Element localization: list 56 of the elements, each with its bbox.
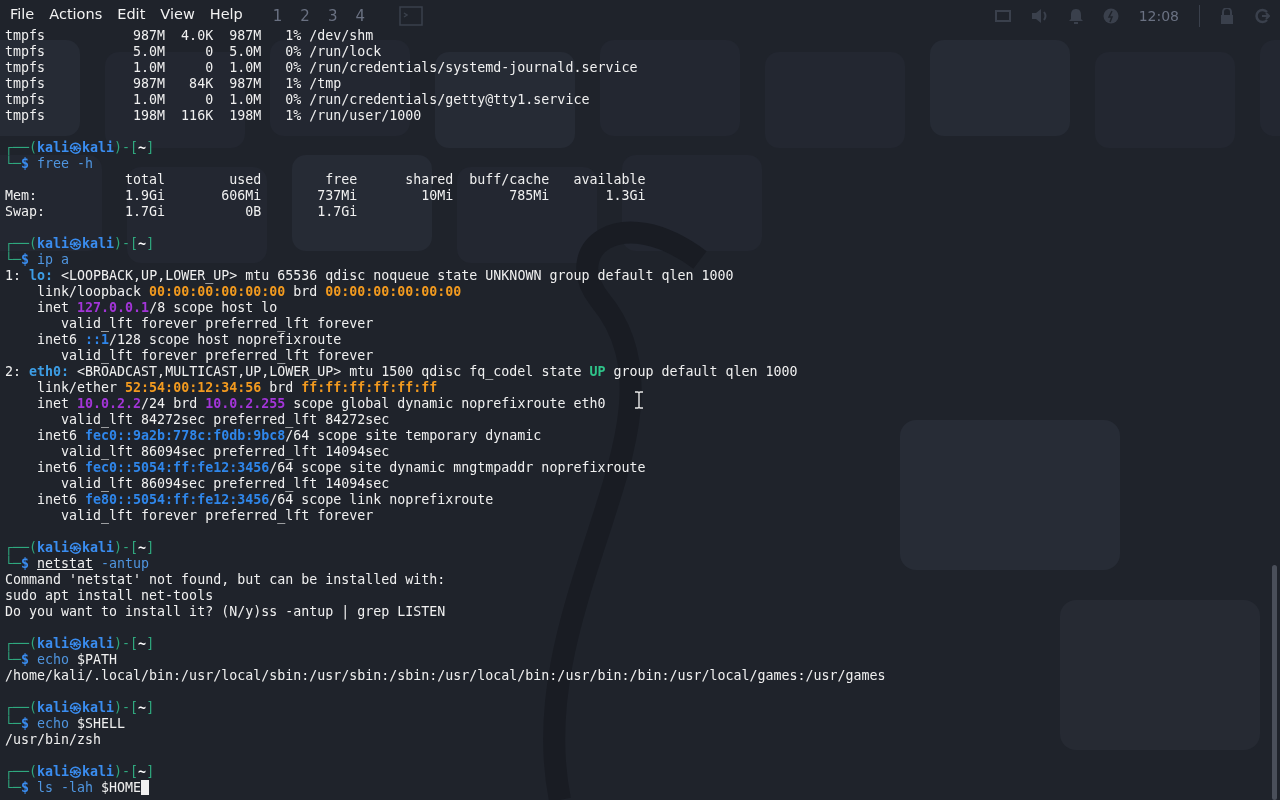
terminal-line: tmpfs 198M 116K 198M 1% /run/user/1000 [5,108,422,124]
terminal-icon[interactable] [399,6,423,26]
menu-item[interactable]: Help [209,6,243,22]
terminal-line: inet6 fec0::9a2b:778c:f0db:9bc8/64 scope site temporary dynamic [36,428,542,444]
menu-item[interactable]: Actions [49,6,103,22]
terminal-line: ┌──(kali㉿kali)-[~] [5,540,155,556]
terminal-line: inet 10.0.2.2/24 brd 10.0.2.255 scope global dynamic noprefixroute eth0 [36,396,606,412]
text-cursor-icon [634,391,644,409]
terminal-line: └─$ echo $SHELL [5,716,126,732]
logout-icon[interactable] [1254,8,1270,24]
terminal-line: 1: lo: <LOOPBACK,UP,LOWER_UP> mtu 65536 qdisc noqueue state UNKNOWN group default qlen 1000 [5,268,734,284]
terminal-line: total used free shared buff/cache available [124,172,646,188]
volume-icon[interactable] [1030,8,1049,24]
terminal-line: valid_lft 86094sec preferred_lft 14094sec [60,476,390,492]
menu-item[interactable]: Edit [117,6,146,22]
terminal-line: └─$ ip a [5,252,70,268]
terminal-line: ┌──(kali㉿kali)-[~] [5,764,155,780]
power-icon[interactable] [1102,8,1119,24]
lock-icon[interactable] [1220,8,1234,24]
terminal-line: tmpfs 1.0M 0 1.0M 0% /run/credentials/getty@tty1.service [5,92,590,108]
terminal-line: valid_lft forever preferred_lft forever [60,348,374,364]
terminal-line: └─$ echo $PATH [5,652,118,668]
terminal-line: inet6 fec0::5054:ff:fe12:3456/64 scope site dynamic mngtmpaddr noprefixroute [36,460,646,476]
menu-item[interactable]: File [10,6,35,22]
terminal-line: ┌──(kali㉿kali)-[~] [5,700,155,716]
terminal-line: Do you want to install it? (N/y)ss -antup | grep LISTEN [5,604,446,620]
terminal-line: Command 'netstat' not found, but can be installed with: [5,572,446,588]
terminal-line: valid_lft forever preferred_lft forever [60,508,374,524]
terminal-line: ┌──(kali㉿kali)-[~] [5,236,155,252]
terminal-line: tmpfs 987M 84K 987M 1% /tmp [5,76,342,92]
display-icon[interactable] [994,9,1011,23]
terminal-line: tmpfs 987M 4.0K 987M 1% /dev/shm [5,28,374,44]
terminal-line: └─$ free -h [5,156,94,172]
bell-icon[interactable] [1068,8,1083,24]
scrollbar-thumb[interactable] [1272,565,1277,800]
terminal-line: link/loopback 00:00:00:00:00:00 brd 00:00:00:00:00:00 [36,284,462,300]
terminal-line: inet 127.0.0.1/8 scope host lo [36,300,278,316]
terminal-line: Mem: 1.9Gi 606Mi 737Mi 10Mi 785Mi 1.3Gi [5,188,646,204]
terminal-line: inet6 ::1/128 scope host noprefixroute [36,332,342,348]
terminal-line: inet6 fe80::5054:ff:fe12:3456/64 scope link noprefixroute [36,492,494,508]
terminal-line: sudo apt install net-tools [5,588,214,604]
terminal-line: └─$ ls -lah $HOME [5,780,150,796]
terminal-line: ┌──(kali㉿kali)-[~] [5,636,155,652]
terminal-line: Swap: 1.7Gi 0B 1.7Gi [5,204,358,220]
terminal-line: tmpfs 5.0M 0 5.0M 0% /run/lock [5,44,382,60]
terminal-line: valid_lft 84272sec preferred_lft 84272sec [60,412,390,428]
terminal-line: link/ether 52:54:00:12:34:56 brd ff:ff:ff:ff:ff:ff [36,380,438,396]
terminal-line: ┌──(kali㉿kali)-[~] [5,140,155,156]
terminal-line: valid_lft 86094sec preferred_lft 14094sec [60,444,390,460]
terminal-line: └─$ netstat -antup [5,556,150,572]
terminal-line: 2: eth0: <BROADCAST,MULTICAST,UP,LOWER_UP> mtu 1500 qdisc fq_codel state UP group default qlen 1000 [5,364,798,380]
terminal-line: valid_lft forever preferred_lft forever [60,316,374,332]
terminal-line: /usr/bin/zsh [5,732,102,748]
terminal-line: tmpfs 1.0M 0 1.0M 0% /run/credentials/systemd-journald.service [5,60,638,76]
terminal-line: /home/kali/.local/bin:/usr/local/sbin:/usr/sbin:/sbin:/usr/local/bin:/usr/bin:/bin:/usr/local/games:/usr/games [5,668,886,684]
menu-item[interactable]: View [160,6,195,22]
